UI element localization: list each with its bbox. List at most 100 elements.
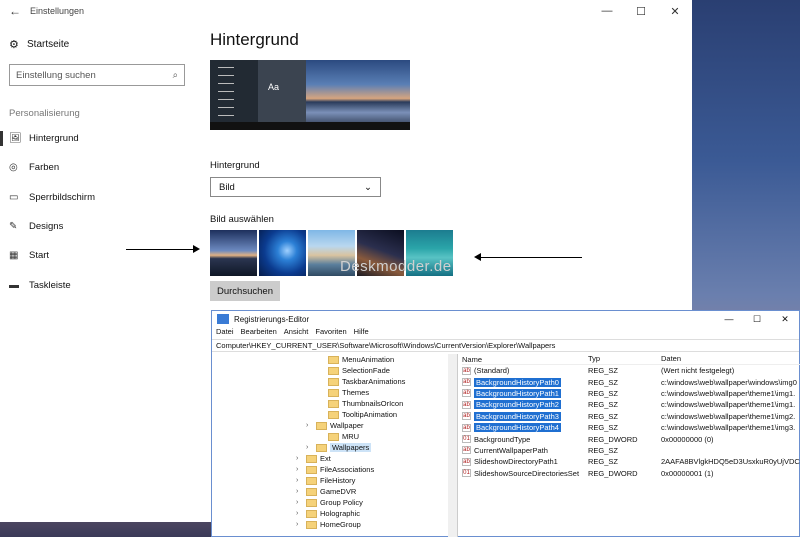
expand-chevron-icon[interactable]: › (296, 477, 306, 484)
table-row[interactable]: ab BackgroundHistoryPath2 REG_SZ c:\windows… (462, 399, 800, 410)
menu-item-datei[interactable]: Datei (216, 327, 234, 339)
tree-node[interactable]: › FileAssociations (212, 464, 457, 475)
column-data[interactable]: Daten (661, 354, 800, 364)
folder-icon (306, 465, 317, 474)
folder-icon (306, 498, 317, 507)
tree-node[interactable]: › Group Policy (212, 497, 457, 508)
browse-button[interactable]: Durchsuchen (210, 281, 280, 301)
settings-titlebar: ← Einstellungen — ☐ ✕ (0, 0, 692, 22)
table-row[interactable]: ab (Standard) REG_SZ (Wert nicht festgelegt… (462, 365, 800, 376)
start-icon: ▦ (9, 250, 19, 262)
folder-icon (316, 421, 327, 430)
tree-node[interactable]: › GameDVR (212, 486, 457, 497)
tree-node-label: TaskbarAnimations (342, 377, 406, 386)
back-arrow-icon[interactable]: ← (0, 4, 30, 18)
table-row[interactable]: ab BackgroundHistoryPath0 REG_SZ c:\windows… (462, 376, 800, 387)
sidebar-item-sperrbildschirm[interactable]: ▭ Sperrbildschirm (0, 183, 200, 212)
minimize-icon[interactable]: — (590, 5, 624, 17)
menu-item-bearbeiten[interactable]: Bearbeiten (241, 327, 277, 339)
table-row[interactable]: 01 BackgroundType REG_DWORD 0x00000000 (0) (462, 433, 800, 444)
close-icon[interactable]: ✕ (771, 314, 799, 325)
tree-node-label: HomeGroup (320, 520, 361, 529)
registry-titlebar: Registrierungs-Editor — ☐ ✕ (212, 311, 799, 327)
tree-node[interactable]: Themes (212, 387, 457, 398)
menu-item-favoriten[interactable]: Favoriten (315, 327, 346, 339)
tree-node[interactable]: › Wallpapers (212, 442, 457, 453)
expand-chevron-icon[interactable]: › (296, 510, 306, 517)
background-label: Hintergrund (210, 160, 260, 171)
address-bar[interactable]: Computer\HKEY_CURRENT_USER\Software\Micr… (212, 339, 799, 352)
sidebar-item-designs[interactable]: ✎ Designs (0, 212, 200, 241)
taskbar-icon: ▬ (9, 279, 19, 291)
tree-node[interactable]: › Ext (212, 453, 457, 464)
value-name: BackgroundHistoryPath2 (474, 400, 561, 410)
expand-chevron-icon[interactable]: › (296, 521, 306, 528)
table-row[interactable]: ab BackgroundHistoryPath3 REG_SZ c:\windows… (462, 411, 800, 422)
expand-chevron-icon[interactable]: › (296, 466, 306, 473)
tree-node[interactable]: › Wallpaper (212, 420, 457, 431)
folder-icon (306, 454, 317, 463)
maximize-icon[interactable]: ☐ (743, 314, 771, 325)
thumbnail-2[interactable] (259, 230, 306, 276)
tree-node[interactable]: MenuAnimation (212, 354, 457, 365)
chevron-down-icon: ⌄ (364, 181, 372, 193)
string-value-icon: ab (462, 389, 471, 398)
tree-node-label: Wallpaper (330, 421, 364, 430)
expand-chevron-icon[interactable]: › (296, 455, 306, 462)
folder-icon (328, 388, 339, 397)
string-value-icon: ab (462, 378, 471, 387)
sidebar-item-start[interactable]: ▦ Start (0, 241, 200, 270)
expand-chevron-icon[interactable]: › (296, 499, 306, 506)
menu-item-hilfe[interactable]: Hilfe (354, 327, 369, 339)
table-row[interactable]: 01 SlideshowSourceDirectoriesSet REG_DWORD… (462, 468, 800, 479)
close-icon[interactable]: ✕ (658, 5, 692, 18)
column-type[interactable]: Typ (588, 354, 661, 364)
tree-node[interactable]: TooltipAnimation (212, 409, 457, 420)
search-input[interactable]: Einstellung suchen ⌕ (9, 64, 185, 86)
expand-chevron-icon[interactable]: › (306, 444, 316, 451)
tree-scrollbar[interactable] (448, 354, 457, 537)
binary-value-icon: 01 (462, 469, 471, 478)
sidebar-item-hintergrund[interactable]: 🖼 Hintergrund (0, 124, 200, 153)
value-data: c:\windows\web\wallpaper\theme1\img1. (661, 388, 796, 398)
settings-sidebar: ⚙ Startseite Einstellung suchen ⌕ Person… (0, 30, 200, 291)
tree-node-label: GameDVR (320, 487, 357, 496)
tree-node[interactable]: TaskbarAnimations (212, 376, 457, 387)
thumbnail-1[interactable] (210, 230, 257, 276)
sidebar-item-taskleiste[interactable]: ▬ Taskleiste (0, 270, 200, 299)
string-value-icon: ab (462, 412, 471, 421)
tree-node-label: MenuAnimation (342, 355, 395, 364)
background-type-select[interactable]: Bild ⌄ (210, 177, 381, 197)
binary-value-icon: 01 (462, 435, 471, 444)
tree-node[interactable]: SelectionFade (212, 365, 457, 376)
section-heading: Personalisierung (9, 108, 80, 119)
tree-node[interactable]: › Holographic (212, 508, 457, 519)
value-type: REG_SZ (588, 377, 619, 387)
expand-chevron-icon[interactable]: › (296, 488, 306, 495)
tree-node-label: SelectionFade (342, 366, 390, 375)
sidebar-item-label: Designs (29, 221, 64, 233)
folder-icon (328, 399, 339, 408)
table-row[interactable]: ab BackgroundHistoryPath4 REG_SZ c:\windows… (462, 422, 800, 433)
window-title: Einstellungen (30, 6, 85, 16)
menu-item-ansicht[interactable]: Ansicht (284, 327, 309, 339)
value-data: c:\windows\web\wallpaper\theme1\img3. (661, 423, 796, 433)
maximize-icon[interactable]: ☐ (624, 5, 658, 18)
image-icon: 🖼 (9, 133, 22, 145)
sidebar-item-label: Taskleiste (29, 279, 71, 291)
minimize-icon[interactable]: — (715, 314, 743, 324)
tree-node[interactable]: › FileHistory (212, 475, 457, 486)
expand-chevron-icon[interactable]: › (306, 422, 316, 429)
table-row[interactable]: ab BackgroundHistoryPath1 REG_SZ c:\windows… (462, 388, 800, 399)
value-type: REG_SZ (588, 457, 619, 467)
registry-values: Name Typ Daten ab (Standard) REG_SZ (Wert n… (462, 354, 800, 537)
table-row[interactable]: ab SlideshowDirectoryPath1 REG_SZ 2AAFA8BVl… (462, 456, 800, 467)
home-link[interactable]: ⚙ Startseite (0, 30, 200, 58)
column-name[interactable]: Name (462, 354, 588, 364)
tree-node[interactable]: › HomeGroup (212, 519, 457, 530)
tree-node[interactable]: ThumbnailsOrIcon (212, 398, 457, 409)
string-value-icon: ab (462, 446, 471, 455)
table-row[interactable]: ab CurrentWallpaperPath REG_SZ (462, 445, 800, 456)
tree-node[interactable]: MRU (212, 431, 457, 442)
sidebar-item-farben[interactable]: ◎ Farben (0, 153, 200, 182)
